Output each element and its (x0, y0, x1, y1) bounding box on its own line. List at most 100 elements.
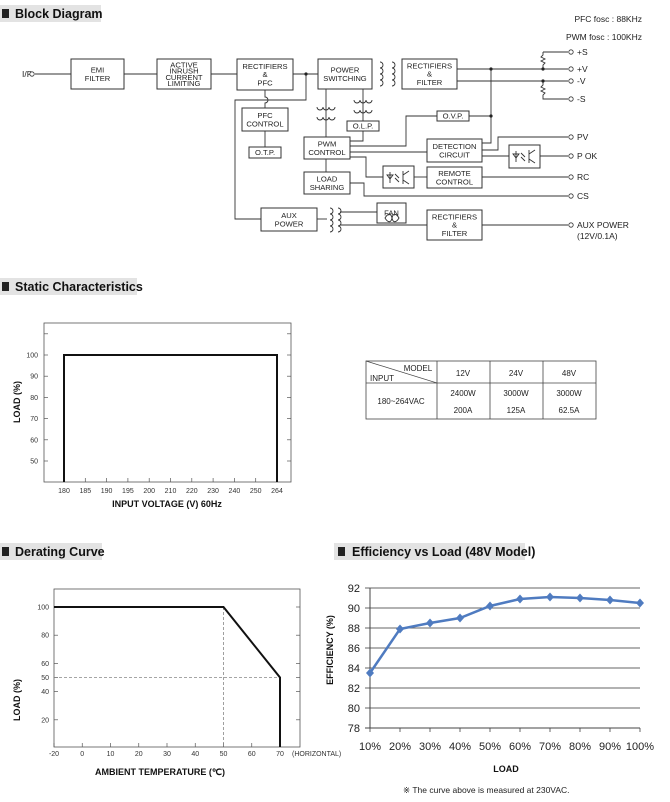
data-point-diamond (486, 601, 494, 611)
output-aux: AUX POWER (577, 220, 629, 230)
corner-input: INPUT (370, 374, 394, 383)
terminal-icon (568, 66, 574, 72)
table-cell: 125A (507, 406, 526, 415)
y-tick-label: 88 (348, 623, 360, 635)
x-tick-label: 60 (248, 751, 256, 758)
y-tick-label: 40 (41, 689, 49, 696)
block-label: FILTER (417, 78, 443, 87)
horizontal-note: (HORIZONTAL) (292, 751, 341, 758)
data-point-diamond (456, 613, 464, 623)
block-pwm-control: PWMCONTROL (303, 136, 351, 160)
table-cell: 2400W (450, 389, 476, 398)
y-tick-label: 86 (348, 643, 360, 655)
data-point-diamond (546, 592, 554, 602)
y-tick-label: 84 (348, 663, 360, 675)
derating-chart: (HORIZONTAL) AMBIENT TEMPERATURE (℃) LOA… (12, 588, 341, 777)
output-minus-v: -V (577, 76, 586, 86)
data-point-diamond (576, 593, 584, 603)
y-tick-label: 70 (30, 416, 38, 423)
efficiency-header: Efficiency vs Load (48V Model) (334, 543, 535, 560)
block-rect-pfc: RECTIFIERS&PFC (236, 58, 294, 91)
data-point-diamond (606, 595, 614, 605)
data-point-diamond (636, 598, 644, 608)
x-tick-label: 50% (479, 741, 501, 753)
column-header: 12V (456, 369, 471, 378)
x-tick-label: 250 (250, 488, 262, 495)
x-tick-label: 0 (80, 751, 84, 758)
aux-transformer-primary-icon (329, 207, 334, 233)
section-title: Efficiency vs Load (48V Model) (352, 545, 535, 559)
x-tick-label: 40 (191, 751, 199, 758)
output-labels: +S +V -V -S PV P OK RC CS AUX POWER (12V… (577, 47, 629, 241)
output-pv: PV (577, 132, 589, 142)
block-rect-filter-main: RECTIFIERS&FILTER (401, 58, 458, 90)
data-point-diamond (426, 618, 434, 628)
x-tick-label: 10 (107, 751, 115, 758)
wire (482, 69, 492, 144)
x-tick-label: 30% (419, 741, 441, 753)
column-header: 48V (562, 369, 577, 378)
y-tick-label: 50 (41, 675, 49, 682)
section-title: Derating Curve (15, 545, 105, 559)
efficiency-chart: LOAD EFFICIENCY (%) ※ The curve above is… (325, 583, 654, 795)
terminal-icon (568, 134, 574, 140)
output-rc: RC (577, 172, 589, 182)
input-terminal-icon (29, 71, 35, 77)
block-rect-filter-aux: RECTIFIERS&FILTER (426, 209, 483, 241)
x-axis-label: AMBIENT TEMPERATURE (℃) (95, 767, 225, 777)
junction-dot (489, 114, 493, 118)
junction-dot (489, 67, 493, 71)
x-tick-label: 220 (186, 488, 198, 495)
output-plus-s: +S (577, 47, 588, 57)
block-pfc-control: PFCCONTROL (241, 107, 289, 132)
x-tick-label: 10% (359, 741, 381, 753)
bullet-square-icon (2, 547, 9, 556)
table-cell: 3000W (556, 389, 582, 398)
table-cell: 62.5A (559, 406, 581, 415)
x-tick-label: 264 (271, 488, 283, 495)
terminal-icon (568, 78, 574, 84)
output-aux-spec: (12V/0.1A) (577, 231, 618, 241)
static-chart: INPUT VOLTAGE (V) 60Hz LOAD (%) 180 185 19… (12, 322, 292, 509)
plot-frame (43, 322, 292, 483)
x-tick-label: 20% (389, 741, 411, 753)
block-label: SWITCHING (323, 74, 367, 83)
bullet-square-icon (2, 9, 9, 18)
block-label: FILTER (85, 74, 111, 83)
wire (539, 52, 547, 69)
datasheet-page: Block Diagram Static Characteristics Der… (0, 5, 654, 795)
opto-coupler-rc-icon (382, 165, 415, 189)
block-detection: DETECTIONCIRCUIT (426, 138, 483, 163)
block-label: PFC (257, 79, 273, 88)
wire (264, 90, 269, 108)
data-point-diamond (516, 594, 524, 604)
block-olp: O.L.P. (346, 120, 380, 132)
pfc-frequency: PFC fosc : 88KHz (574, 14, 642, 24)
y-tick-label: 92 (348, 583, 360, 595)
y-tick-label: 90 (348, 603, 360, 615)
y-tick-label: 90 (30, 374, 38, 381)
block-label: CONTROL (308, 148, 345, 157)
x-tick-label: 80% (569, 741, 591, 753)
y-tick-label: 50 (30, 459, 38, 466)
x-tick-label: 70 (276, 751, 284, 758)
y-tick-label: 60 (41, 661, 49, 668)
row-label: 180~264VAC (377, 397, 424, 406)
bullet-square-icon (2, 282, 9, 291)
wire (539, 81, 568, 100)
y-tick-label: 100 (26, 353, 38, 360)
block-load-sharing: LOADSHARING (303, 171, 351, 195)
block-remote: REMOTECONTROL (426, 166, 483, 189)
y-axis-label: LOAD (%) (12, 381, 22, 423)
derating-header: Derating Curve (0, 543, 105, 560)
block-fan: FAN (376, 202, 407, 224)
block-label: CIRCUIT (439, 150, 470, 159)
corner-model: MODEL (404, 364, 433, 373)
wire (350, 156, 383, 178)
y-tick-label: 20 (41, 717, 49, 724)
table-cell: 200A (454, 406, 473, 415)
block-label: LIMITING (168, 79, 201, 88)
block-label: O.T.P. (255, 148, 275, 157)
y-tick-label: 78 (348, 723, 360, 735)
x-tick-label: 195 (122, 488, 134, 495)
